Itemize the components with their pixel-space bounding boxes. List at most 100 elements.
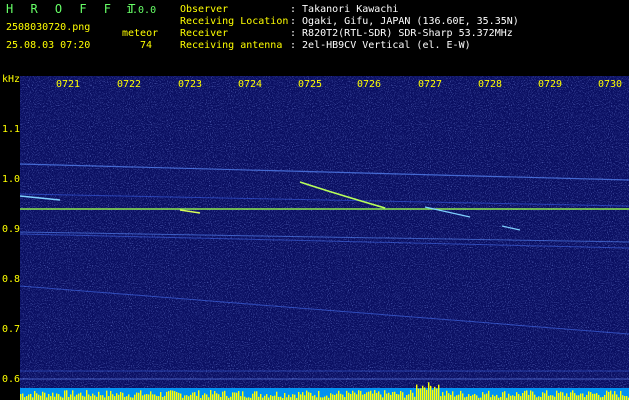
activity-bar bbox=[392, 391, 394, 400]
x-tick-label: 0725 bbox=[298, 79, 323, 90]
activity-bar bbox=[512, 395, 514, 400]
activity-bar bbox=[626, 396, 628, 400]
x-tick-label: 0726 bbox=[357, 79, 382, 90]
y-axis-unit: kHz bbox=[2, 74, 21, 85]
activity-bar bbox=[576, 395, 578, 400]
activity-bar bbox=[50, 396, 52, 400]
activity-bar bbox=[434, 386, 436, 400]
activity-bar bbox=[406, 395, 408, 400]
activity-bar bbox=[408, 394, 410, 400]
x-tick-label: 0730 bbox=[598, 79, 623, 90]
activity-bar bbox=[164, 395, 166, 400]
activity-bar bbox=[422, 385, 424, 400]
activity-bar bbox=[426, 389, 428, 400]
activity-bar bbox=[530, 390, 532, 400]
activity-bar bbox=[292, 394, 294, 400]
activity-bar bbox=[210, 390, 212, 400]
activity-bar bbox=[234, 392, 236, 400]
app-title: H R O F F T bbox=[6, 2, 141, 16]
activity-bar bbox=[190, 394, 192, 400]
activity-bar bbox=[612, 394, 614, 400]
activity-bar bbox=[172, 390, 174, 400]
activity-bar bbox=[346, 390, 348, 400]
activity-bar bbox=[300, 394, 302, 400]
activity-bar bbox=[144, 394, 146, 400]
activity-bar bbox=[508, 393, 510, 400]
activity-bar bbox=[380, 394, 382, 400]
activity-bar bbox=[416, 384, 418, 400]
activity-bar bbox=[180, 393, 182, 400]
activity-bar bbox=[158, 396, 160, 400]
activity-bar bbox=[360, 390, 362, 400]
activity-bar bbox=[354, 392, 356, 400]
activity-bar bbox=[106, 390, 108, 400]
activity-bar bbox=[212, 394, 214, 400]
activity-bar bbox=[142, 395, 144, 400]
activity-bar bbox=[550, 395, 552, 400]
activity-bar bbox=[522, 392, 524, 400]
activity-bar bbox=[376, 392, 378, 400]
activity-bar bbox=[86, 390, 88, 400]
activity-bar bbox=[562, 392, 564, 400]
activity-bar bbox=[492, 394, 494, 400]
activity-bar bbox=[116, 393, 118, 400]
activity-bar bbox=[122, 392, 124, 400]
activity-bar bbox=[332, 394, 334, 400]
spectrogram-noise bbox=[0, 76, 629, 400]
activity-bar bbox=[82, 395, 84, 400]
y-tick-label: 0.9 bbox=[2, 224, 21, 235]
activity-bar bbox=[272, 396, 274, 400]
activity-bar bbox=[482, 392, 484, 400]
activity-bar bbox=[128, 394, 130, 400]
activity-bar bbox=[26, 396, 28, 400]
meteor-label: meteor bbox=[122, 28, 159, 39]
activity-bar bbox=[364, 394, 366, 400]
activity-bar bbox=[334, 394, 336, 400]
activity-bar bbox=[42, 391, 44, 400]
activity-bar bbox=[188, 396, 190, 400]
activity-bar bbox=[318, 390, 320, 400]
activity-bar bbox=[284, 393, 286, 400]
x-tick-label: 0729 bbox=[538, 79, 563, 90]
activity-bar bbox=[194, 392, 196, 400]
activity-bar bbox=[270, 395, 272, 400]
activity-bar bbox=[84, 396, 86, 400]
activity-bar bbox=[28, 394, 30, 400]
antenna-value: : 2el-HB9CV Vertical (el. E-W) bbox=[290, 40, 471, 51]
activity-bar bbox=[160, 392, 162, 400]
activity-bar bbox=[298, 391, 300, 400]
activity-bar bbox=[370, 390, 372, 400]
activity-bar bbox=[92, 393, 94, 400]
activity-bar bbox=[138, 392, 140, 400]
x-tick-label: 0724 bbox=[238, 79, 263, 90]
activity-bar bbox=[242, 391, 244, 400]
activity-bar bbox=[80, 392, 82, 400]
activity-bar bbox=[338, 390, 340, 400]
activity-bar bbox=[170, 390, 172, 400]
activity-bar bbox=[578, 395, 580, 400]
activity-bar bbox=[468, 394, 470, 400]
y-tick-label: 0.7 bbox=[2, 324, 21, 335]
activity-bar bbox=[348, 392, 350, 400]
location-label: Receiving Location bbox=[180, 16, 289, 27]
activity-bar bbox=[148, 394, 150, 400]
activity-bar bbox=[462, 393, 464, 400]
activity-bar bbox=[518, 394, 520, 400]
activity-bar bbox=[450, 394, 452, 400]
activity-bar bbox=[420, 388, 422, 400]
activity-bar bbox=[472, 394, 474, 400]
activity-bar bbox=[470, 395, 472, 400]
activity-bar bbox=[174, 391, 176, 400]
activity-bar bbox=[112, 394, 114, 400]
activity-bar bbox=[566, 393, 568, 400]
activity-bar bbox=[436, 388, 438, 400]
x-tick-label: 0723 bbox=[178, 79, 203, 90]
activity-bar bbox=[526, 390, 528, 400]
activity-bar bbox=[102, 395, 104, 400]
y-tick-label: 1.1 bbox=[2, 124, 21, 135]
activity-bar bbox=[206, 394, 208, 400]
activity-bar bbox=[64, 390, 66, 400]
activity-bar bbox=[336, 393, 338, 400]
activity-bar bbox=[304, 395, 306, 400]
activity-bar bbox=[176, 392, 178, 400]
